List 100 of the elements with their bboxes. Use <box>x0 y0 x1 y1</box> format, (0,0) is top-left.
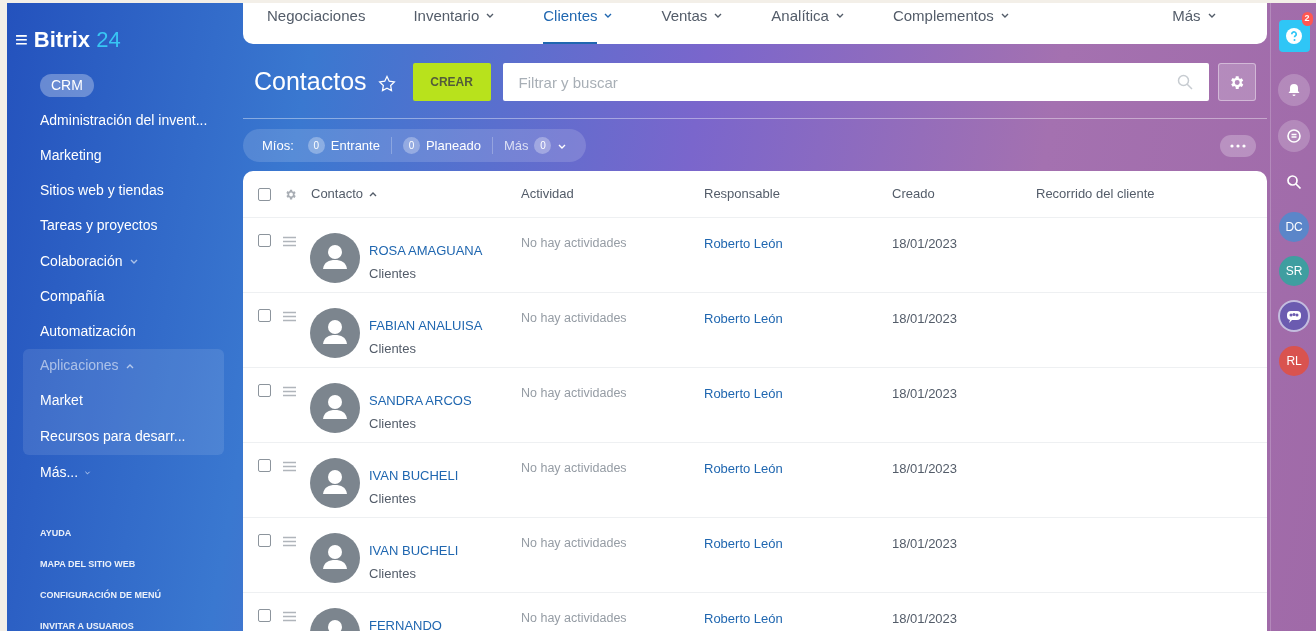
contact-name[interactable]: FERNANDO <box>369 616 442 631</box>
user-avatar[interactable]: SR <box>1279 256 1310 286</box>
column-header[interactable]: Recorrido del cliente <box>1036 184 1267 204</box>
contact-name[interactable]: SANDRA ARCOS <box>369 391 472 411</box>
notification-badge: 2 <box>1301 12 1313 26</box>
chat-icon <box>1286 128 1303 144</box>
avatar-icon <box>310 533 360 583</box>
page-title: Contactos <box>254 66 367 98</box>
group-button[interactable] <box>1278 300 1311 332</box>
drag-handle-icon[interactable] <box>283 386 296 397</box>
contact-name[interactable]: ROSA AMAGUANA <box>369 241 483 261</box>
column-header[interactable]: Actividad <box>521 184 704 204</box>
contact-name[interactable]: FABIAN ANALUISA <box>369 316 483 336</box>
counter-badge: 0 <box>307 137 325 154</box>
menu-item[interactable]: Más... <box>40 461 92 483</box>
settings-button[interactable] <box>1217 63 1256 101</box>
nav-tab[interactable]: Ventas <box>661 3 724 44</box>
avatar-icon <box>310 308 360 358</box>
checkbox[interactable] <box>258 187 271 201</box>
checkbox[interactable] <box>258 384 271 397</box>
menu-item[interactable]: Automatización <box>40 320 136 342</box>
search-icon[interactable] <box>1176 74 1193 90</box>
responsible-link[interactable]: Roberto León <box>704 536 783 551</box>
footer-link[interactable]: CONFIGURACIÓN DE MENÚ <box>40 590 240 600</box>
nav-tab[interactable]: Analítica <box>771 3 845 44</box>
table-cell: 18/01/2023 <box>892 311 958 326</box>
contact-name[interactable]: IVAN BUCHELI <box>369 466 459 486</box>
drag-handle-icon[interactable] <box>283 236 296 247</box>
nav-tab[interactable]: Más <box>1172 3 1217 44</box>
table-cell: 18/01/2023 <box>892 536 958 551</box>
star-icon[interactable] <box>376 73 397 94</box>
contact-name[interactable]: IVAN BUCHELI <box>369 541 459 561</box>
responsible-link[interactable]: Roberto León <box>704 611 783 626</box>
counter-badge: 0 <box>402 137 420 154</box>
responsible-link[interactable]: Roberto León <box>704 386 783 401</box>
contact-type: Clientes <box>369 414 417 433</box>
avatar-icon <box>310 458 360 508</box>
table-cell: 18/01/2023 <box>892 461 958 476</box>
table-cell: 18/01/2023 <box>892 236 958 251</box>
table-cell: 18/01/2023 <box>892 386 958 401</box>
gear-icon <box>1228 73 1246 91</box>
nav-tab[interactable]: Complementos <box>892 3 1010 44</box>
column-header[interactable]: Creado <box>892 184 1036 204</box>
table-cell: No hay actividades <box>521 236 627 250</box>
nav-tab[interactable]: Negociaciones <box>267 3 366 44</box>
menu-item[interactable]: Marketing <box>40 145 102 167</box>
search-icon <box>1286 174 1303 190</box>
menu-item[interactable]: CRM <box>40 74 94 98</box>
avatar-icon <box>310 383 360 433</box>
drag-handle-icon[interactable] <box>283 536 296 547</box>
responsible-link[interactable]: Roberto León <box>704 461 783 476</box>
logo: Bitrix 24 <box>33 26 121 54</box>
drag-handle-icon[interactable] <box>283 611 296 622</box>
footer-link[interactable]: INVITAR A USUARIOS <box>40 621 240 631</box>
table-cell: No hay actividades <box>521 311 627 325</box>
menu-item[interactable]: Colaboración <box>40 250 139 272</box>
checkbox[interactable] <box>258 609 271 622</box>
drag-handle-icon[interactable] <box>283 461 296 472</box>
create-button[interactable]: CREAR <box>412 63 491 101</box>
checkbox[interactable] <box>258 534 271 547</box>
responsible-link[interactable]: Roberto León <box>704 236 783 251</box>
counter-label: Míos: <box>262 136 294 155</box>
group-chat-icon <box>1286 308 1303 324</box>
menu-item[interactable]: Tareas y proyectos <box>40 215 158 237</box>
responsible-link[interactable]: Roberto León <box>704 311 783 326</box>
menu-icon[interactable]: ≡ <box>15 28 28 51</box>
search-field[interactable]: Filtrar y buscar <box>502 63 1209 101</box>
menu-item[interactable]: Sitios web y tiendas <box>40 180 164 202</box>
checkbox[interactable] <box>258 234 271 247</box>
contact-type: Clientes <box>369 489 417 508</box>
checkbox[interactable] <box>258 309 271 322</box>
table-cell: No hay actividades <box>521 461 627 475</box>
chat-button[interactable] <box>1278 120 1311 152</box>
avatar-icon <box>310 233 360 283</box>
menu-item[interactable]: Recursos para desarr... <box>40 426 186 448</box>
menu-item[interactable]: Compañía <box>40 285 105 307</box>
contact-type: Clientes <box>369 264 417 283</box>
menu-item[interactable]: Market <box>40 390 83 412</box>
ellipsis-icon <box>1229 143 1246 148</box>
bell-button[interactable] <box>1278 74 1311 106</box>
column-header[interactable]: Contacto <box>311 184 521 204</box>
more-button[interactable] <box>1219 134 1256 157</box>
table-cell: No hay actividades <box>521 536 627 550</box>
drag-handle-icon[interactable] <box>283 311 296 322</box>
nav-tab[interactable]: Inventario <box>413 3 496 44</box>
help-button[interactable] <box>1278 20 1310 52</box>
checkbox[interactable] <box>258 459 271 472</box>
menu-item[interactable]: Administración del invent... <box>40 110 208 132</box>
table-cell: 18/01/2023 <box>892 611 958 626</box>
nav-tab[interactable]: Clientes <box>543 3 614 44</box>
contact-type: Clientes <box>369 339 417 358</box>
settings-icon[interactable] <box>284 187 297 201</box>
footer-link[interactable]: MAPA DEL SITIO WEB <box>40 559 240 569</box>
counter-item[interactable]: 0 Planeado <box>402 135 481 156</box>
column-header[interactable]: Responsable <box>704 184 892 204</box>
footer-link[interactable]: AYUDA <box>40 528 240 538</box>
user-avatar[interactable]: DC <box>1279 212 1310 242</box>
counter-item[interactable]: 0 Entrante <box>307 135 380 156</box>
contact-type: Clientes <box>369 564 417 583</box>
user-avatar[interactable]: RL <box>1279 346 1310 376</box>
